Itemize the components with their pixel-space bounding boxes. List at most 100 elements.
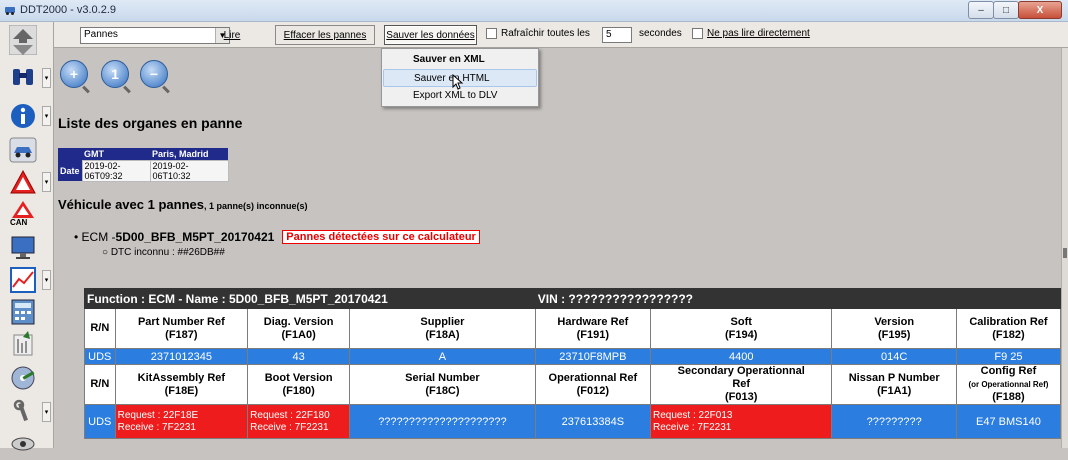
part-number-label: Part Number Ref (F187)	[114, 308, 249, 349]
ecu-prefix: • ECM -	[74, 230, 116, 244]
checkbox-box[interactable]	[486, 28, 497, 39]
table-row: R/N KitAssembly Ref (F18E) Boot Version (F…	[84, 364, 1062, 405]
ecu-name: 5D00_BFB_M5PT_20170421	[115, 230, 275, 244]
eye-icon[interactable]	[6, 428, 40, 460]
calibration-ref-label: Calibration Ref (F182)	[955, 308, 1062, 349]
table-cell-error: Request : 22F18E Receive : 7F2231	[114, 404, 249, 439]
secondary-operational-label: Secondary Operationnal Ref (F013)	[649, 364, 833, 405]
zoom-handle	[82, 85, 90, 94]
tz-paris-value: 2019-02-06T10:32	[149, 159, 229, 182]
table-cell: 4400	[649, 348, 833, 365]
table-cell: 43	[247, 348, 351, 365]
table-cell: F9 25	[955, 348, 1062, 365]
zoom-reset-icon[interactable]: 1	[101, 60, 129, 88]
table-row: R/N Part Number Ref (F187) Diag. Version(…	[84, 308, 1062, 349]
zoom-out-icon[interactable]: −	[140, 60, 168, 88]
menu-item-xml[interactable]: Sauver en XML	[383, 51, 537, 69]
seconds-label: secondes	[639, 28, 682, 39]
chevron-down-icon[interactable]: ▾	[42, 172, 51, 192]
tz-gmt-value: 2019-02-06T09:32	[81, 159, 151, 182]
hardware-ref-label: Hardware Ref (F191)	[534, 308, 651, 349]
table-cell: 237613384S	[534, 404, 651, 439]
disc-icon[interactable]	[6, 362, 40, 394]
maximize-button[interactable]: □	[993, 1, 1019, 19]
zoom-handle	[162, 85, 170, 94]
dtc-item: ○ DTC inconnu : ##26DB##	[102, 247, 225, 258]
function-header: Function : ECM - Name : 5D00_BFB_M5PT_20…	[84, 288, 536, 309]
chevron-down-icon[interactable]: ▾	[42, 106, 51, 126]
tz-header-paris: Paris, Madrid	[150, 148, 229, 160]
tz-header-gmt: GMT	[82, 148, 151, 160]
scrollbar-grip[interactable]	[1063, 248, 1067, 258]
wrench-icon[interactable]: ▾	[6, 396, 51, 428]
can-warning-icon[interactable]: CAN	[6, 198, 40, 230]
table-cell-error: Request : 22F180 Receive : 7F2231	[247, 404, 351, 439]
table-cell: E47 BMS140	[955, 404, 1062, 439]
mode-select[interactable]: Pannes ▼	[80, 27, 230, 44]
supplier-label: Supplier (F18A)	[349, 308, 536, 349]
window-controls: – □ X	[968, 1, 1062, 19]
checkbox-box[interactable]	[692, 28, 703, 39]
soft-label: Soft (F194)	[649, 308, 833, 349]
sauver-donnees-button[interactable]: Sauver les données	[384, 25, 477, 45]
seconds-label-wrap: secondes	[639, 28, 682, 39]
tz-header-empty	[58, 148, 83, 160]
save-menu: Sauver en XML Sauver en HTML Export XML …	[381, 48, 539, 107]
chevron-down-icon[interactable]: ▾	[42, 68, 51, 88]
close-button[interactable]: X	[1018, 1, 1062, 19]
mode-select-value: Pannes	[84, 29, 118, 40]
left-toolbar: ▾ ▾ ▾ CAN ▾ ▾	[0, 22, 54, 451]
fault-badge: Pannes détectées sur ce calculateur	[282, 230, 480, 244]
minimize-button[interactable]: –	[968, 1, 994, 19]
chevron-down-icon[interactable]: ▾	[42, 270, 51, 290]
function-table: Function : ECM - Name : 5D00_BFB_M5PT_20…	[84, 288, 1062, 439]
chevron-down-icon[interactable]: ▾	[42, 402, 51, 422]
report-content: + 1 − Liste des organes en panne GMT Par…	[54, 48, 1062, 448]
lire-button[interactable]: Lire	[212, 25, 252, 45]
effacer-pannes-button[interactable]: Effacer les pannes	[275, 25, 375, 45]
chart-icon[interactable]: ▾	[6, 264, 51, 296]
calculator-icon[interactable]	[6, 296, 40, 328]
table-cell: UDS	[84, 404, 116, 439]
ecu-line: • ECM - 5D00_BFB_M5PT_20170421 Pannes dé…	[74, 230, 480, 244]
zoom-handle	[123, 85, 131, 94]
vehicle-title: Véhicule avec 1 pannes	[58, 197, 204, 212]
car-icon[interactable]	[6, 134, 40, 166]
table-cell: A	[349, 348, 536, 365]
no-direct-read-checkbox[interactable]: Ne pas lire directement	[692, 28, 810, 39]
vertical-scrollbar[interactable]	[1061, 48, 1068, 448]
table-row: UDS 2371012345 43 A 23710F8MPB 4400 014C…	[84, 348, 1062, 365]
table-cell: 23710F8MPB	[534, 348, 651, 365]
table-cell: 2371012345	[114, 348, 249, 365]
rn-label: R/N	[84, 308, 116, 349]
zoom-in-icon[interactable]: +	[60, 60, 88, 88]
serial-number-label: Serial Number (F18C)	[349, 364, 536, 405]
boot-version-label: Boot Version (F180)	[247, 364, 351, 405]
table-cell-error: Request : 22F013 Receive : 7F2231	[649, 404, 833, 439]
timezone-table: GMT Paris, Madrid Date 2019-02-06T09:32 …	[58, 148, 229, 182]
diag-version-label: Diag. Version (F1A0)	[247, 308, 351, 349]
rn-label: R/N	[84, 364, 116, 405]
refresh-label: Rafraîchir toutes les	[501, 28, 590, 39]
config-ref-label: Config Ref (or Operationnal Ref) (F188)	[955, 364, 1062, 405]
info-icon[interactable]: ▾	[6, 100, 51, 132]
top-toolbar: Pannes ▼ Lire Effacer les pannes Sauver …	[54, 22, 1068, 48]
tz-date-label: Date	[58, 160, 83, 181]
table-row: UDS Request : 22F18E Receive : 7F2231 Req…	[84, 404, 1062, 439]
version-label: Version (F195)	[831, 308, 957, 349]
binoculars-icon[interactable]: ▾	[6, 62, 51, 94]
page-title: Liste des organes en panne	[58, 115, 243, 131]
title-bar: DDT2000 - v3.0.2.9 – □ X	[0, 0, 1068, 22]
monitor-icon[interactable]	[6, 232, 40, 264]
table-cell: ?????????????????????	[349, 404, 536, 439]
warning-icon[interactable]: ▾	[6, 166, 51, 198]
nissan-p-number-label: Nissan P Number (F1A1)	[831, 364, 957, 405]
table-cell: 014C	[831, 348, 957, 365]
refresh-checkbox[interactable]: Rafraîchir toutes les	[486, 28, 590, 39]
scroll-arrow-icon[interactable]	[6, 24, 40, 56]
gauge-icon[interactable]	[6, 328, 40, 360]
app-icon	[5, 7, 15, 15]
vehicle-subtitle: , 1 panne(s) inconnue(s)	[203, 201, 308, 211]
window-title: DDT2000 - v3.0.2.9	[20, 4, 116, 16]
refresh-interval-input[interactable]: 5	[602, 27, 632, 43]
